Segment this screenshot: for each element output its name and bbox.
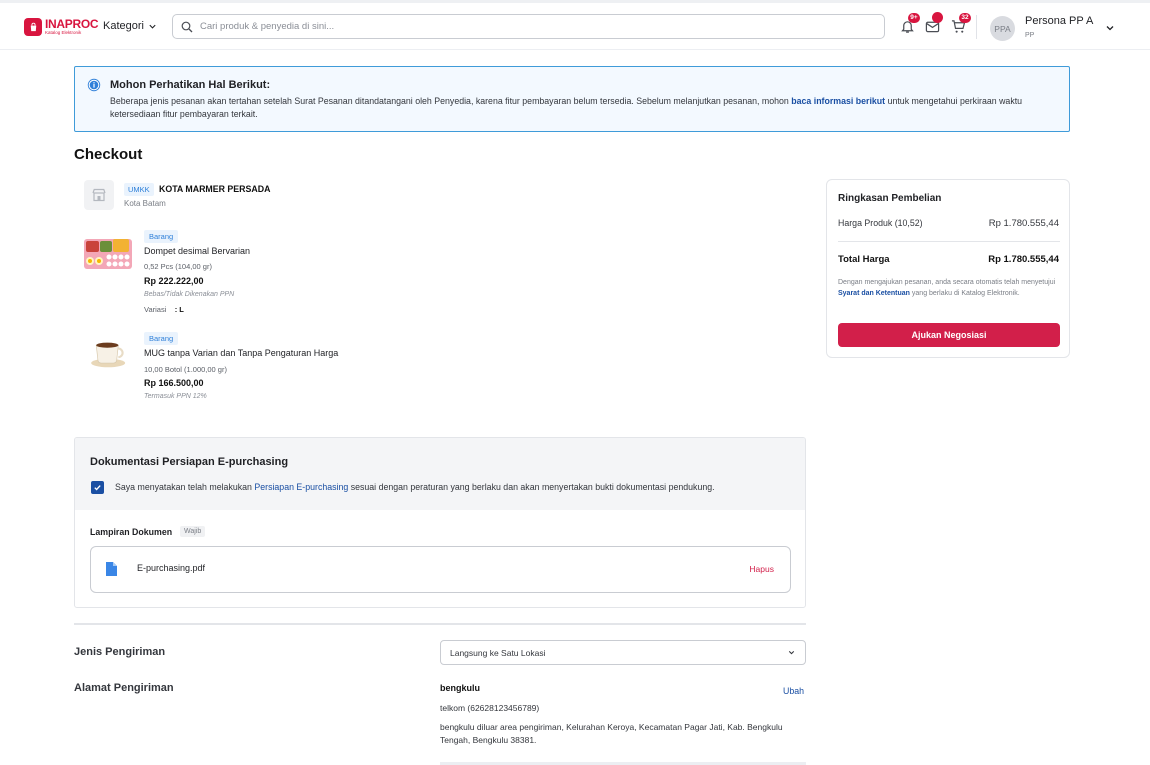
statement-text: Saya menyatakan telah melakukan Persiapa… [115, 482, 715, 492]
kategori-label: Kategori [103, 20, 144, 32]
payment-notice: Mohon Perhatikan Hal Berikut: Beberapa j… [74, 66, 1070, 132]
seller-name[interactable]: KOTA MARMER PERSADA [159, 184, 270, 194]
product-image [84, 239, 132, 269]
shipping-type-label: Jenis Pengiriman [74, 646, 166, 658]
header-divider [976, 15, 977, 39]
logo-subtitle: Katalog Elektronik [45, 30, 82, 36]
cart-item: Barang Dompet desimal Bervarian 0,52 Pcs… [84, 230, 584, 320]
checkmark-icon [94, 485, 101, 491]
notification-button[interactable]: 9+ [900, 13, 920, 35]
edit-address-link[interactable]: Ubah [783, 686, 804, 696]
terms-note: Dengan mengajukan pesanan, anda secara o… [838, 279, 1056, 297]
address-name: bengkulu [440, 683, 480, 693]
docs-title: Dokumentasi Persiapan E-purchasing [90, 456, 289, 468]
info-icon [87, 78, 101, 92]
submit-negotiation-button[interactable]: Ajukan Negosiasi [838, 323, 1060, 347]
file-name[interactable]: E-purchasing.pdf [137, 563, 205, 573]
statement-checkbox[interactable] [91, 481, 104, 494]
seller-city: Kota Batam [124, 199, 166, 208]
page-title: Checkout [74, 146, 143, 163]
product-name[interactable]: MUG tanpa Varian dan Tanpa Pengaturan Ha… [144, 348, 338, 358]
delete-file-button[interactable]: Hapus [749, 564, 774, 574]
product-quantity: 10,00 Botol (1.000,00 gr) [144, 365, 227, 374]
kategori-menu[interactable]: Kategori [103, 20, 157, 32]
grand-total-value: Rp 1.780.555,44 [988, 254, 1059, 265]
chevron-down-icon [788, 651, 795, 655]
cart-item: Barang MUG tanpa Varian dan Tanpa Pengat… [84, 332, 584, 407]
shopping-bag-icon [24, 18, 42, 36]
grand-total-label: Total Harga [838, 254, 890, 265]
notice-body: Beberapa jenis pesanan akan tertahan set… [110, 96, 1023, 119]
search-input[interactable] [200, 21, 860, 32]
product-name[interactable]: Dompet desimal Bervarian [144, 246, 250, 256]
product-tax: Termasuk PPN 12% [144, 393, 207, 400]
inbox-dot [932, 12, 943, 23]
chevron-down-icon[interactable] [1105, 23, 1115, 33]
info-link[interactable]: baca informasi berikut [791, 96, 885, 106]
cart-button[interactable]: 32 [951, 13, 971, 35]
shipping-type-select[interactable]: Langsung ke Satu Lokasi [440, 640, 806, 665]
store-icon [84, 180, 114, 210]
top-header: INAPROC Katalog Elektronik Kategori 9+ 3… [0, 3, 1150, 50]
purchase-summary: Ringkasan Pembelian Harga Produk (10,52)… [826, 179, 1070, 358]
notification-badge: 9+ [908, 13, 920, 23]
product-image [91, 342, 126, 368]
address-phone: telkom (62628123456789) [440, 703, 540, 713]
address-text: bengkulu diluar area pengiriman, Kelurah… [440, 722, 783, 745]
docs-header: Dokumentasi Persiapan E-purchasing Saya … [75, 438, 805, 510]
cart-badge: 32 [959, 13, 971, 23]
product-tax: Bebas/Tidak Dikenakan PPN [144, 291, 235, 298]
e-purchasing-docs: Dokumentasi Persiapan E-purchasing Saya … [74, 437, 806, 608]
attached-file: E-purchasing.pdf Hapus [90, 546, 791, 593]
product-quantity: 0,52 Pcs (104,00 gr) [144, 262, 212, 271]
search-bar [172, 14, 885, 39]
user-name[interactable]: Persona PP A [1025, 15, 1093, 27]
section-divider [74, 623, 806, 625]
summary-title: Ringkasan Pembelian [838, 193, 942, 204]
product-price: Rp 222.222,00 [144, 276, 204, 286]
logo-title: INAPROC [45, 17, 99, 32]
shipping-address-label: Alamat Pengiriman [74, 682, 174, 694]
e-purchasing-link[interactable]: Persiapan E-purchasing [254, 482, 348, 492]
product-price: Rp 166.500,00 [144, 378, 204, 388]
file-icon [106, 562, 117, 576]
seller-type-badge: UMKK [124, 183, 154, 196]
user-role: PP [1025, 32, 1035, 39]
terms-link[interactable]: Syarat dan Ketentuan [838, 290, 910, 297]
product-total-value: Rp 1.780.555,44 [988, 218, 1059, 229]
chevron-down-icon [149, 24, 156, 29]
attachment-label: Lampiran Dokumen [90, 527, 173, 537]
search-icon [181, 21, 193, 32]
avatar[interactable]: PPA [990, 16, 1015, 41]
product-type-tag: Barang [144, 230, 179, 243]
product-total-label: Harga Produk (10,52) [838, 218, 923, 228]
summary-divider [838, 241, 1060, 242]
product-variant: Variasi : L [144, 305, 184, 314]
required-badge: Wajib [180, 526, 206, 537]
product-type-tag: Barang [144, 332, 179, 345]
notice-title: Mohon Perhatikan Hal Berikut: [110, 79, 271, 91]
shipping-type-value: Langsung ke Satu Lokasi [450, 647, 546, 658]
inbox-button[interactable] [925, 12, 943, 35]
inaproc-logo[interactable]: INAPROC Katalog Elektronik [24, 17, 99, 37]
